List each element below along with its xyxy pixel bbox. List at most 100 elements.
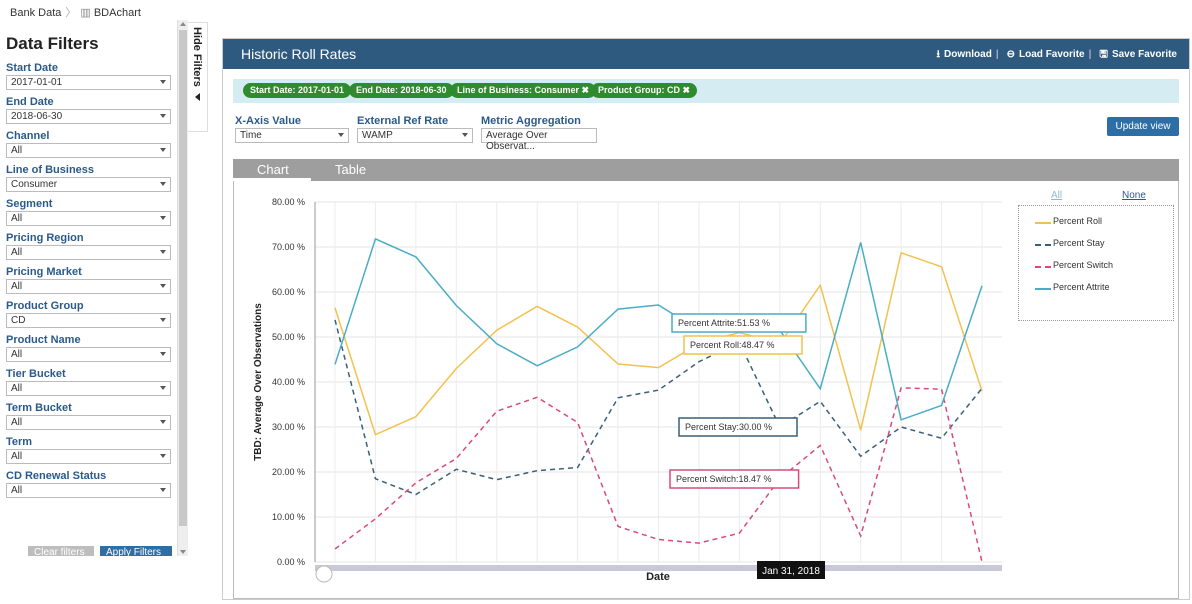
- filter-label: Pricing Region: [6, 232, 84, 244]
- filter-label: CD Renewal Status: [6, 470, 107, 482]
- chart-legend: Percent Roll Percent Stay Percent Switch Pe…: [1018, 205, 1174, 321]
- chevron-down-icon: [462, 133, 468, 137]
- filter-pricing-market: Pricing Market All: [6, 266, 171, 294]
- hide-filters-toggle[interactable]: Hide Filters: [188, 22, 208, 132]
- filter-select[interactable]: All: [6, 245, 171, 260]
- update-view-button[interactable]: Update view: [1107, 117, 1179, 136]
- extref-select[interactable]: WAMP: [357, 128, 473, 143]
- filter-label: End Date: [6, 96, 54, 108]
- filter-select[interactable]: 2017-01-01: [6, 75, 171, 90]
- active-filter-chips: Start Date: 2017-01-01 End Date: 2018-06…: [233, 79, 1179, 103]
- breadcrumb-root[interactable]: Bank Data: [10, 7, 61, 19]
- select-value: Time: [240, 130, 262, 141]
- filter-label: Tier Bucket: [6, 368, 66, 380]
- panel-header: Historic Roll Rates ⭳ Download | ⊖ Load Favo…: [223, 39, 1189, 69]
- remove-chip-icon[interactable]: ✖: [683, 85, 691, 95]
- filter-channel: Channel All: [6, 130, 171, 158]
- select-value: All: [11, 145, 23, 156]
- filter-select[interactable]: All: [6, 347, 171, 362]
- filter-segment: Segment All: [6, 198, 171, 226]
- filter-label: Channel: [6, 130, 50, 142]
- scroll-up-icon[interactable]: [180, 22, 186, 26]
- legend-label: Percent Stay: [1053, 238, 1105, 248]
- panel-title: Historic Roll Rates: [241, 46, 357, 62]
- chevron-down-icon: [160, 250, 166, 254]
- chip-label: Line of Business: Consumer: [457, 85, 580, 95]
- tab-table[interactable]: Table: [311, 159, 390, 181]
- legend-all-link[interactable]: All: [1051, 190, 1062, 201]
- chevron-down-icon: [160, 352, 166, 356]
- legend-label: Percent Roll: [1053, 216, 1103, 226]
- breadcrumb-current: BDAchart: [93, 7, 141, 19]
- download-link[interactable]: Download: [944, 49, 992, 60]
- chip-product-group: Product Group: CD ✖: [591, 83, 698, 98]
- extref-control: External Ref Rate WAMP: [357, 115, 473, 143]
- filter-label: Pricing Market: [6, 266, 82, 278]
- chevron-down-icon: [160, 488, 166, 492]
- filter-label: Start Date: [6, 62, 58, 74]
- chip-line-of-business: Line of Business: Consumer ✖: [450, 83, 597, 98]
- extref-label: External Ref Rate: [357, 115, 449, 127]
- filter-tier-bucket: Tier Bucket All: [6, 368, 171, 396]
- chevron-down-icon: [160, 454, 166, 458]
- load-icon: ⊖: [1006, 49, 1016, 60]
- filter-end-date: End Date 2018-06-30: [6, 96, 171, 124]
- filter-select[interactable]: All: [6, 415, 171, 430]
- xaxis-control: X-Axis Value Time: [235, 115, 349, 143]
- chevron-down-icon: [160, 182, 166, 186]
- select-value: CD: [11, 315, 26, 326]
- scroll-thumb[interactable]: [179, 30, 187, 526]
- filter-label: Segment: [6, 198, 53, 210]
- select-value: Average Over Observat...: [486, 130, 548, 152]
- save-icon: 🖫: [1099, 49, 1108, 60]
- filter-select[interactable]: 2018-06-30: [6, 109, 171, 124]
- filter-select[interactable]: Consumer: [6, 177, 171, 192]
- apply-filters-button[interactable]: Apply Filters: [100, 546, 172, 556]
- collapse-left-icon: [195, 93, 200, 101]
- filter-select[interactable]: All: [6, 143, 171, 158]
- filter-product-name: Product Name All: [6, 334, 171, 362]
- view-tabs: Chart Table: [233, 159, 1179, 181]
- chevron-down-icon: [160, 386, 166, 390]
- filter-select[interactable]: All: [6, 381, 171, 396]
- chip-end-date: End Date: 2018-06-30: [349, 83, 454, 98]
- select-value: All: [11, 417, 23, 428]
- legend-swatch: [1035, 244, 1051, 246]
- chevron-down-icon: [338, 133, 344, 137]
- filter-select[interactable]: All: [6, 483, 171, 498]
- legend-swatch: [1035, 266, 1051, 268]
- chevron-down-icon: [160, 318, 166, 322]
- filter-label: Line of Business: [6, 164, 95, 176]
- metric-select[interactable]: Average Over Observat...: [481, 128, 597, 152]
- filter-start-date: Start Date 2017-01-01: [6, 62, 171, 90]
- select-value: All: [11, 451, 23, 462]
- select-value: All: [11, 213, 23, 224]
- xaxis-select[interactable]: Time: [235, 128, 349, 143]
- filter-select[interactable]: All: [6, 211, 171, 226]
- breadcrumb-separator: 〉: [65, 7, 77, 19]
- divider: |: [1088, 49, 1092, 60]
- save-favorite-link[interactable]: Save Favorite: [1112, 49, 1177, 60]
- sidebar-scrollbar[interactable]: [178, 20, 188, 556]
- filter-label: Term Bucket: [6, 402, 72, 414]
- clear-filters-button[interactable]: Clear filters: [28, 546, 94, 556]
- chip-label: Product Group: CD: [598, 85, 680, 95]
- chip-label: End Date: 2018-06-30: [356, 85, 447, 95]
- sidebar-title: Data Filters: [6, 34, 99, 53]
- remove-chip-icon[interactable]: ✖: [582, 85, 590, 95]
- filter-select[interactable]: CD: [6, 313, 171, 328]
- chevron-down-icon: [160, 114, 166, 118]
- legend-label: Percent Attrite: [1053, 282, 1110, 292]
- load-favorite-link[interactable]: Load Favorite: [1019, 49, 1085, 60]
- bar-chart-icon: ▥: [80, 7, 91, 19]
- filter-line-of-business: Line of Business Consumer: [6, 164, 171, 192]
- tab-chart[interactable]: Chart: [233, 159, 311, 181]
- select-value: Consumer: [11, 179, 58, 190]
- scroll-down-icon[interactable]: [180, 550, 186, 554]
- select-value: WAMP: [362, 130, 393, 141]
- legend-none-link[interactable]: None: [1122, 190, 1146, 201]
- filter-select[interactable]: All: [6, 279, 171, 294]
- breadcrumb: Bank Data 〉 ▥ BDAchart: [10, 4, 141, 20]
- filter-select[interactable]: All: [6, 449, 171, 464]
- header-actions: ⭳ Download | ⊖ Load Favorite | 🖫 Save Favorite: [933, 47, 1177, 64]
